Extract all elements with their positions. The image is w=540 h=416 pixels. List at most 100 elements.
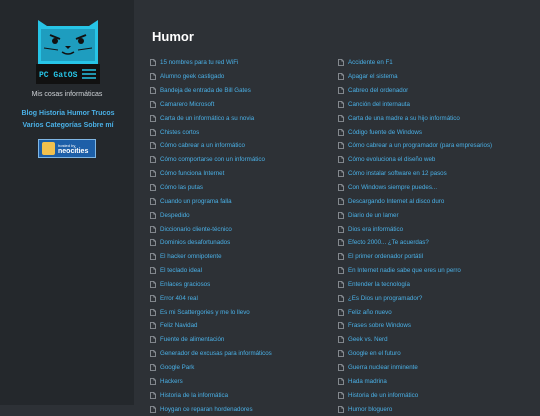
- article-link[interactable]: Chistes cortos: [160, 129, 199, 136]
- document-icon: [150, 364, 156, 371]
- document-icon: [338, 322, 344, 330]
- pc-gatos-logo[interactable]: PC GatOS: [36, 14, 100, 84]
- article-link[interactable]: 15 nombres para tu red WiFi: [160, 59, 238, 66]
- document-icon: [338, 59, 344, 67]
- article-link[interactable]: El primer ordenador portátil: [348, 253, 423, 260]
- list-item: El hacker omnipotente: [150, 250, 272, 264]
- article-link[interactable]: Humor bloguero: [348, 406, 392, 413]
- article-link[interactable]: Error 404 real: [160, 295, 198, 302]
- list-item: El primer ordenador portátil: [338, 250, 492, 264]
- article-link[interactable]: Feliz año nuevo: [348, 309, 392, 316]
- article-link[interactable]: Cómo comportarse con un informático: [160, 156, 265, 163]
- list-item: Descargando Internet al disco duro: [338, 194, 492, 208]
- article-link[interactable]: Efecto 2000... ¿Te acuerdas?: [348, 239, 429, 246]
- article-link[interactable]: Historia de un informático: [348, 392, 418, 399]
- article-link[interactable]: Cómo las putas: [160, 184, 203, 191]
- list-item: Diario de un lamer: [338, 208, 492, 222]
- article-link[interactable]: Carta de un informático a su novia: [160, 115, 254, 122]
- document-icon: [150, 336, 156, 344]
- article-link[interactable]: Bandeja de entrada de Bill Gates: [160, 87, 251, 94]
- nav-humor[interactable]: Humor: [67, 110, 90, 117]
- article-link[interactable]: Cómo cabrear a un programador (para empr…: [348, 142, 492, 149]
- article-link[interactable]: ¿Es Dios un programador?: [348, 295, 422, 302]
- article-link[interactable]: Dominios desafortunados: [160, 239, 230, 246]
- article-link[interactable]: El teclado ideal: [160, 267, 202, 274]
- cat-computer-icon: PC GatOS: [36, 20, 100, 84]
- document-icon: [338, 170, 344, 178]
- neocities-badge[interactable]: hosted by neocities: [38, 139, 96, 158]
- document-icon: [338, 211, 344, 219]
- list-item: Cómo cabrear a un programador (para empr…: [338, 139, 492, 153]
- article-link[interactable]: Feliz Navidad: [160, 322, 198, 329]
- nav-blog[interactable]: Blog: [22, 110, 38, 117]
- document-icon: [150, 211, 156, 219]
- article-link[interactable]: Cómo evoluciona el diseño web: [348, 156, 435, 163]
- list-item: Google Park: [150, 361, 272, 375]
- article-link[interactable]: Cómo funciona Internet: [160, 170, 224, 177]
- article-link[interactable]: Descargando Internet al disco duro: [348, 198, 444, 205]
- article-link[interactable]: Geek vs. Nerd: [348, 336, 388, 343]
- document-icon: [150, 184, 156, 191]
- article-link[interactable]: Despedido: [160, 212, 190, 219]
- article-link[interactable]: Código fuente de Windows: [348, 129, 422, 136]
- nav-trucos[interactable]: Trucos: [92, 110, 115, 117]
- article-link[interactable]: Cómo cabrear a un informático: [160, 142, 245, 149]
- article-link[interactable]: Es mi Scattergories y me lo llevo: [160, 309, 250, 316]
- list-item: Carta de una madre a su hijo informático: [338, 111, 492, 125]
- list-item: Efecto 2000... ¿Te acuerdas?: [338, 236, 492, 250]
- document-icon: [150, 377, 156, 385]
- article-link[interactable]: Alumno geek castigado: [160, 73, 224, 80]
- document-icon: [150, 101, 156, 108]
- list-item: Hoygan ce reparan hordenadores: [150, 402, 272, 416]
- list-item: Dominios desafortunados: [150, 236, 272, 250]
- article-link[interactable]: Enlaces graciosos: [160, 281, 210, 288]
- list-item: Feliz Navidad: [150, 319, 272, 333]
- nav-historia[interactable]: Historia: [39, 110, 65, 117]
- article-link[interactable]: Apagar el sistema: [348, 73, 398, 80]
- document-icon: [150, 253, 156, 261]
- article-link[interactable]: Hada madrina: [348, 378, 387, 385]
- list-item: Cómo funciona Internet: [150, 167, 272, 181]
- list-item: Carta de un informático a su novia: [150, 111, 272, 125]
- list-item: Cómo evoluciona el diseño web: [338, 153, 492, 167]
- article-link[interactable]: Google en el futuro: [348, 350, 401, 357]
- article-link[interactable]: Hoygan ce reparan hordenadores: [160, 406, 253, 413]
- document-icon: [150, 59, 156, 67]
- nav-varios[interactable]: Varios: [22, 122, 43, 129]
- article-link[interactable]: Frases sobre Windows: [348, 322, 411, 329]
- article-link[interactable]: Entender la tecnología: [348, 281, 410, 288]
- article-link[interactable]: Generador de excusas para informáticos: [160, 350, 272, 357]
- document-icon: [150, 87, 156, 95]
- article-link[interactable]: Cuando un programa falla: [160, 198, 232, 205]
- article-link[interactable]: Carta de una madre a su hijo informático: [348, 115, 460, 122]
- list-item: Camarero Microsoft: [150, 98, 272, 112]
- article-link[interactable]: Hackers: [160, 378, 183, 385]
- nav-categorias[interactable]: Categorías: [45, 122, 81, 129]
- list-item: Cómo instalar software en 12 pasos: [338, 167, 492, 181]
- article-link[interactable]: El hacker omnipotente: [160, 253, 222, 260]
- article-link[interactable]: Dios era informático: [348, 226, 403, 233]
- article-link[interactable]: Google Park: [160, 364, 194, 371]
- article-link[interactable]: Accidente en F1: [348, 59, 393, 66]
- list-item: Historia de la informática: [150, 388, 272, 402]
- article-link[interactable]: Fuente de alimentación: [160, 336, 224, 343]
- article-link[interactable]: Canción del internauta: [348, 101, 410, 108]
- article-link[interactable]: Diario de un lamer: [348, 212, 399, 219]
- list-item: Generador de excusas para informáticos: [150, 347, 272, 361]
- list-item: Despedido: [150, 208, 272, 222]
- neocities-cat-icon: [42, 142, 55, 155]
- article-link[interactable]: Camarero Microsoft: [160, 101, 214, 108]
- document-icon: [338, 128, 344, 136]
- article-link[interactable]: Con Windows siempre puedes...: [348, 184, 437, 191]
- list-item: Google en el futuro: [338, 347, 492, 361]
- document-icon: [150, 197, 156, 205]
- article-link[interactable]: Diccionario cliente-técnico: [160, 226, 232, 233]
- article-link[interactable]: Historia de la informática: [160, 392, 228, 399]
- list-item: Cómo comportarse con un informático: [150, 153, 272, 167]
- article-link[interactable]: Cabreo del ordenador: [348, 87, 408, 94]
- article-link[interactable]: Cómo instalar software en 12 pasos: [348, 170, 447, 177]
- document-icon: [150, 308, 156, 316]
- article-link[interactable]: Guerra nuclear inminente: [348, 364, 418, 371]
- nav-sobre-mi[interactable]: Sobre mí: [84, 122, 114, 129]
- article-link[interactable]: En Internet nadie sabe que eres un perro: [348, 267, 461, 274]
